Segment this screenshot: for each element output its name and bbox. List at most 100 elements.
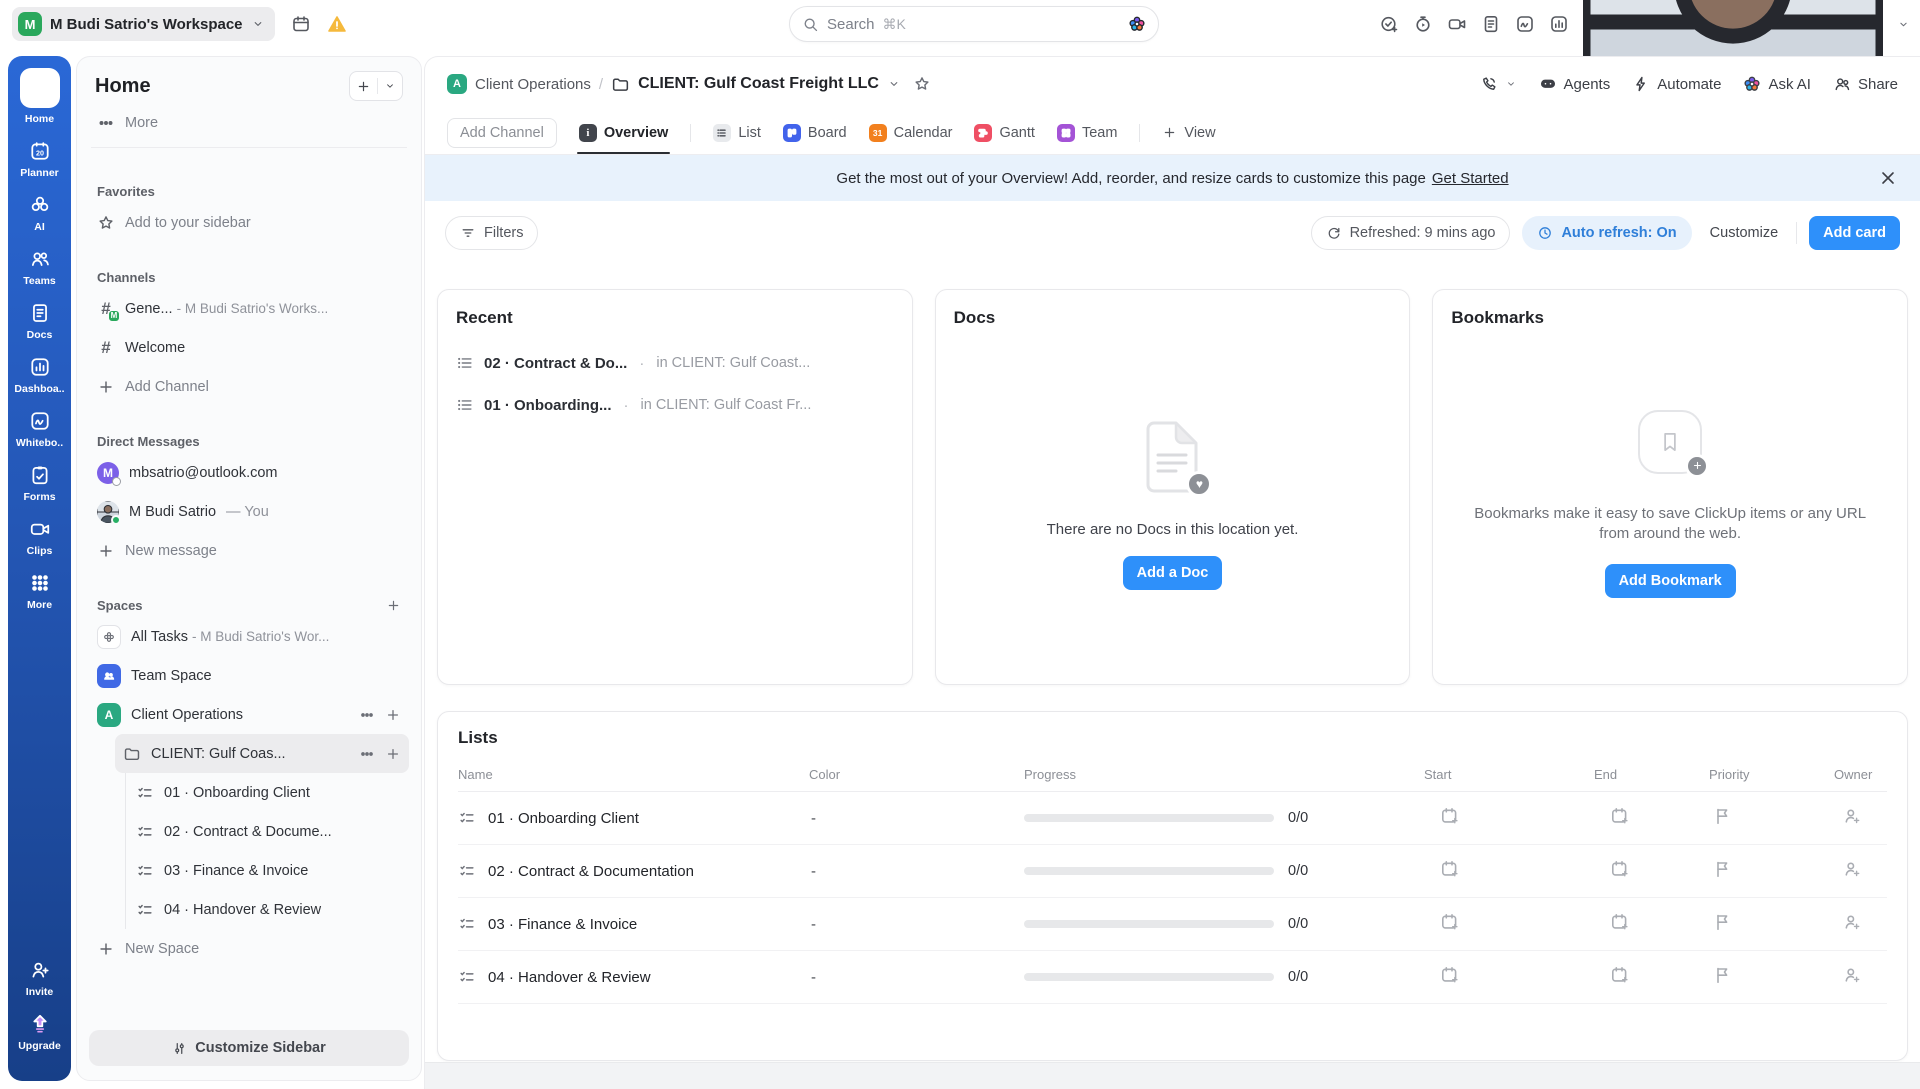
chevron-down-icon[interactable]	[1897, 18, 1910, 31]
tab-team[interactable]: Team	[1057, 111, 1117, 154]
rail-item-home[interactable]: Home	[8, 68, 71, 125]
ask-ai-button[interactable]: Ask AI	[1743, 75, 1811, 93]
end-date-icon[interactable]	[1610, 965, 1630, 985]
column-header-start[interactable]: Start	[1414, 767, 1584, 782]
add-space-icon[interactable]	[386, 598, 401, 613]
page-title[interactable]: CLIENT: Gulf Coast Freight LLC	[638, 75, 879, 93]
rail-item-teams[interactable]: Teams	[8, 248, 71, 287]
rail-item-more[interactable]: More	[8, 572, 71, 611]
add-channel[interactable]: Add Channel	[89, 367, 409, 406]
folder-client-gulf-coast[interactable]: CLIENT: Gulf Coas...	[115, 734, 409, 773]
share-button[interactable]: Share	[1833, 75, 1898, 93]
customize-button[interactable]: Customize	[1704, 225, 1785, 241]
column-header-owner[interactable]: Owner	[1824, 767, 1887, 782]
whiteboard-icon[interactable]	[1515, 14, 1535, 34]
priority-flag-icon[interactable]	[1713, 806, 1733, 826]
sidebar-list-02-contract-docume[interactable]: 02 · Contract & Docume...	[128, 812, 409, 851]
space-team-space[interactable]: Team Space	[89, 656, 409, 695]
record-clip-icon[interactable]	[1447, 14, 1467, 34]
sidebar-list-03-finance-invoice[interactable]: 03 · Finance & Invoice	[128, 851, 409, 890]
plus-icon[interactable]	[385, 707, 401, 723]
tab-board[interactable]: Board	[783, 111, 847, 154]
sidebar-list-01-onboarding-client[interactable]: 01 · Onboarding Client	[128, 773, 409, 812]
rail-item-clips[interactable]: Clips	[8, 518, 71, 557]
refreshed-button[interactable]: Refreshed: 9 mins ago	[1311, 216, 1511, 250]
space-all-tasks[interactable]: All Tasks - M Budi Satrio's Wor...	[89, 617, 409, 656]
add-doc-button[interactable]: Add a Doc	[1123, 556, 1223, 590]
recent-item[interactable]: 01 · Onboarding...·in CLIENT: Gulf Coast…	[456, 384, 894, 426]
chevron-down-icon[interactable]	[887, 77, 901, 91]
start-date-icon[interactable]	[1440, 912, 1460, 932]
sidebar-add-button[interactable]	[349, 71, 403, 101]
list-name[interactable]: 02 · Contract & Documentation	[488, 863, 694, 880]
owner-person-icon[interactable]	[1842, 912, 1862, 932]
ellipsis-icon[interactable]	[359, 707, 375, 723]
customize-sidebar-button[interactable]: Customize Sidebar	[89, 1030, 409, 1066]
dashboard-icon[interactable]	[1549, 14, 1569, 34]
warning-icon[interactable]	[327, 14, 347, 34]
end-date-icon[interactable]	[1610, 859, 1630, 879]
rail-item-upgrade[interactable]: Upgrade	[8, 1013, 71, 1052]
priority-flag-icon[interactable]	[1713, 912, 1733, 932]
call-button[interactable]	[1480, 75, 1517, 93]
agents-button[interactable]: Agents	[1539, 75, 1611, 93]
dm-self[interactable]: M Budi Satrio — You	[89, 492, 409, 531]
tab-gantt[interactable]: Gantt	[974, 111, 1034, 154]
column-header-color[interactable]: Color	[799, 767, 1014, 782]
workspace-switcher[interactable]: M M Budi Satrio's Workspace	[12, 7, 275, 41]
owner-person-icon[interactable]	[1842, 859, 1862, 879]
calendar-icon[interactable]	[291, 14, 311, 34]
rail-item-ai[interactable]: AI	[8, 194, 71, 233]
timer-icon[interactable]	[1413, 14, 1433, 34]
list-name[interactable]: 04 · Handover & Review	[488, 969, 651, 986]
rail-item-whitebo[interactable]: Whitebo..	[8, 410, 71, 449]
list-name[interactable]: 03 · Finance & Invoice	[488, 916, 637, 933]
channel-general[interactable]: #M Gene... - M Budi Satrio's Works...	[89, 289, 409, 328]
new-doc-icon[interactable]	[1481, 14, 1501, 34]
dm-email[interactable]: M mbsatrio@outlook.com	[89, 453, 409, 492]
priority-flag-icon[interactable]	[1713, 965, 1733, 985]
add-channel-button[interactable]: Add Channel	[447, 118, 557, 148]
sidebar-list-04-handover-review[interactable]: 04 · Handover & Review	[128, 890, 409, 929]
priority-flag-icon[interactable]	[1713, 859, 1733, 879]
start-date-icon[interactable]	[1440, 806, 1460, 826]
plus-icon[interactable]	[385, 746, 401, 762]
list-row-02-contract-documentation[interactable]: 02 · Contract & Documentation-0/0	[458, 845, 1887, 898]
favorites-add[interactable]: Add to your sidebar	[89, 203, 409, 242]
close-icon[interactable]	[1878, 168, 1898, 188]
list-name[interactable]: 01 · Onboarding Client	[488, 810, 639, 827]
owner-person-icon[interactable]	[1842, 806, 1862, 826]
start-date-icon[interactable]	[1440, 859, 1460, 879]
rail-item-docs[interactable]: Docs	[8, 302, 71, 341]
ai-flower-icon[interactable]	[1128, 15, 1146, 33]
channel-welcome[interactable]: # Welcome	[89, 328, 409, 367]
start-date-icon[interactable]	[1440, 965, 1460, 985]
add-card-button[interactable]: Add card	[1809, 216, 1900, 250]
list-row-01-onboarding-client[interactable]: 01 · Onboarding Client-0/0	[458, 792, 1887, 845]
new-message[interactable]: New message	[89, 531, 409, 570]
column-header-name[interactable]: Name	[458, 767, 799, 782]
ellipsis-icon[interactable]	[359, 746, 375, 762]
new-space[interactable]: New Space	[89, 929, 409, 968]
rail-item-forms[interactable]: Forms	[8, 464, 71, 503]
new-task-icon[interactable]	[1379, 14, 1399, 34]
favorite-star-icon[interactable]	[913, 75, 931, 93]
column-header-end[interactable]: End	[1584, 767, 1699, 782]
rail-item-invite[interactable]: Invite	[8, 959, 71, 998]
space-client-operations[interactable]: A Client Operations	[89, 695, 409, 734]
get-started-link[interactable]: Get Started	[1432, 170, 1509, 187]
automate-button[interactable]: Automate	[1632, 75, 1721, 93]
breadcrumb-space[interactable]: Client Operations	[475, 76, 591, 93]
auto-refresh-toggle[interactable]: Auto refresh: On	[1522, 216, 1691, 250]
column-header-priority[interactable]: Priority	[1699, 767, 1824, 782]
tab-calendar[interactable]: 31 Calendar	[869, 111, 953, 154]
owner-person-icon[interactable]	[1842, 965, 1862, 985]
end-date-icon[interactable]	[1610, 912, 1630, 932]
add-view-button[interactable]: View	[1162, 111, 1215, 154]
rail-item-dashboa[interactable]: Dashboa..	[8, 356, 71, 395]
list-row-03-finance-invoice[interactable]: 03 · Finance & Invoice-0/0	[458, 898, 1887, 951]
global-search[interactable]: Search ⌘K	[789, 6, 1159, 42]
tab-list[interactable]: List	[713, 111, 761, 154]
column-header-progress[interactable]: Progress	[1014, 767, 1414, 782]
tab-overview[interactable]: i Overview	[579, 111, 669, 154]
